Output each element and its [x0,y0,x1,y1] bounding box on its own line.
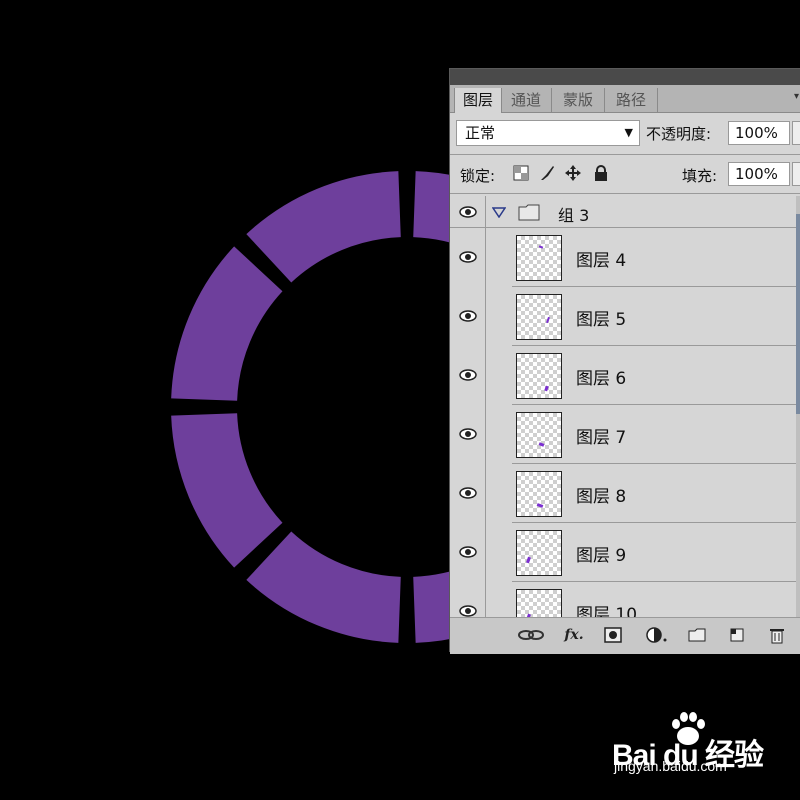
layer-thumbnail[interactable] [516,530,562,576]
layer-name: 图层 7 [576,428,627,448]
ring-segment [171,246,283,401]
tab-masks[interactable]: 蒙版 [552,88,605,112]
eye-icon[interactable] [458,427,478,441]
lock-transparency-icon[interactable] [512,164,530,182]
adjustment-icon[interactable] [644,626,670,644]
layer-name: 图层 4 [576,251,627,271]
layer-name: 图层 5 [576,310,627,330]
ring-segment [246,531,401,643]
trash-icon[interactable] [766,626,788,644]
tab-channels[interactable]: 通道 [501,88,552,112]
layer-thumbnail[interactable] [516,471,562,517]
layer-name: 图层 10 [576,605,638,618]
link-icon[interactable] [516,626,546,644]
visibility-cell [450,346,486,405]
baidu-jingyan-watermark: Bai du 经验 jingyan.baidu.com [612,712,792,782]
opacity-label: 不透明度: [646,125,712,143]
layer-name: 图层 6 [576,369,627,389]
divider [450,154,800,155]
layer-row[interactable]: 图层 9 [450,523,800,582]
layer-name: 图层 8 [576,487,627,507]
eye-icon[interactable] [458,368,478,382]
layer-thumbnail[interactable] [516,412,562,458]
folder-icon[interactable] [686,626,708,644]
visibility-cell [450,287,486,346]
ring-segment [171,413,283,568]
layer-thumbnail[interactable] [516,353,562,399]
eye-icon[interactable] [458,205,478,219]
visibility-cell [450,582,486,618]
layer-thumbnail[interactable] [516,294,562,340]
layers-list: 组 3 图层 4 图层 5 图层 6 图层 7 图层 8 图层 9 图层 10 [450,196,800,618]
eye-icon[interactable] [458,309,478,323]
layer-group-row[interactable]: 组 3 [450,196,800,228]
visibility-cell [450,228,486,287]
blend-mode-select[interactable]: 正常 ▼ [456,120,640,146]
divider [450,193,800,194]
mask-icon[interactable] [602,626,624,644]
visibility-cell [450,405,486,464]
layer-row[interactable]: 图层 7 [450,405,800,464]
lock-move-icon[interactable] [564,164,582,182]
fill-label: 填充: [682,167,718,185]
panel-titlebar[interactable] [450,69,800,85]
layer-row[interactable]: 图层 8 [450,464,800,523]
visibility-cell [450,523,486,582]
layer-row[interactable]: 图层 4 [450,228,800,287]
fx-icon[interactable]: fx. [558,626,590,644]
layer-thumbnail[interactable] [516,235,562,281]
tab-layers[interactable]: 图层 [454,88,502,113]
eye-icon[interactable] [458,486,478,500]
layer-row[interactable]: 图层 5 [450,287,800,346]
folder-icon [518,204,540,221]
lock-brush-icon[interactable] [538,164,556,182]
expand-triangle-icon[interactable] [492,206,506,218]
fill-slider-button[interactable] [792,162,800,186]
fill-input[interactable]: 100% [728,162,790,186]
layers-panel: 图层 通道 蒙版 路径 ▾ 正常 ▼ 不透明度: 100% 锁定: 填充: 10… [449,68,800,654]
tab-paths[interactable]: 路径 [605,88,658,112]
layer-row[interactable]: 图层 6 [450,346,800,405]
visibility-cell [450,464,486,523]
eye-icon[interactable] [458,250,478,264]
chevron-down-icon: ▼ [624,126,633,139]
watermark-url: jingyan.baidu.com [614,758,727,774]
layer-row[interactable]: 图层 10 [450,582,800,618]
eye-icon[interactable] [458,604,478,618]
blend-mode-value: 正常 [465,124,496,142]
opacity-slider-button[interactable] [792,121,800,145]
group-name: 组 3 [558,206,590,225]
ring-segment [246,171,401,283]
opacity-input[interactable]: 100% [728,121,790,145]
scrollbar-thumb[interactable] [796,214,800,414]
lock-all-icon[interactable] [592,164,610,182]
eye-icon[interactable] [458,545,478,559]
panel-menu-icon[interactable]: ▾ [794,91,799,102]
panel-bottom-bar: fx. [450,617,800,654]
layer-thumbnail[interactable] [516,589,562,618]
panel-tabs: 图层 通道 蒙版 路径 ▾ [450,85,800,113]
new-layer-icon[interactable] [726,626,748,644]
layer-name: 图层 9 [576,546,627,566]
lock-label: 锁定: [460,167,496,185]
visibility-cell [450,196,486,227]
